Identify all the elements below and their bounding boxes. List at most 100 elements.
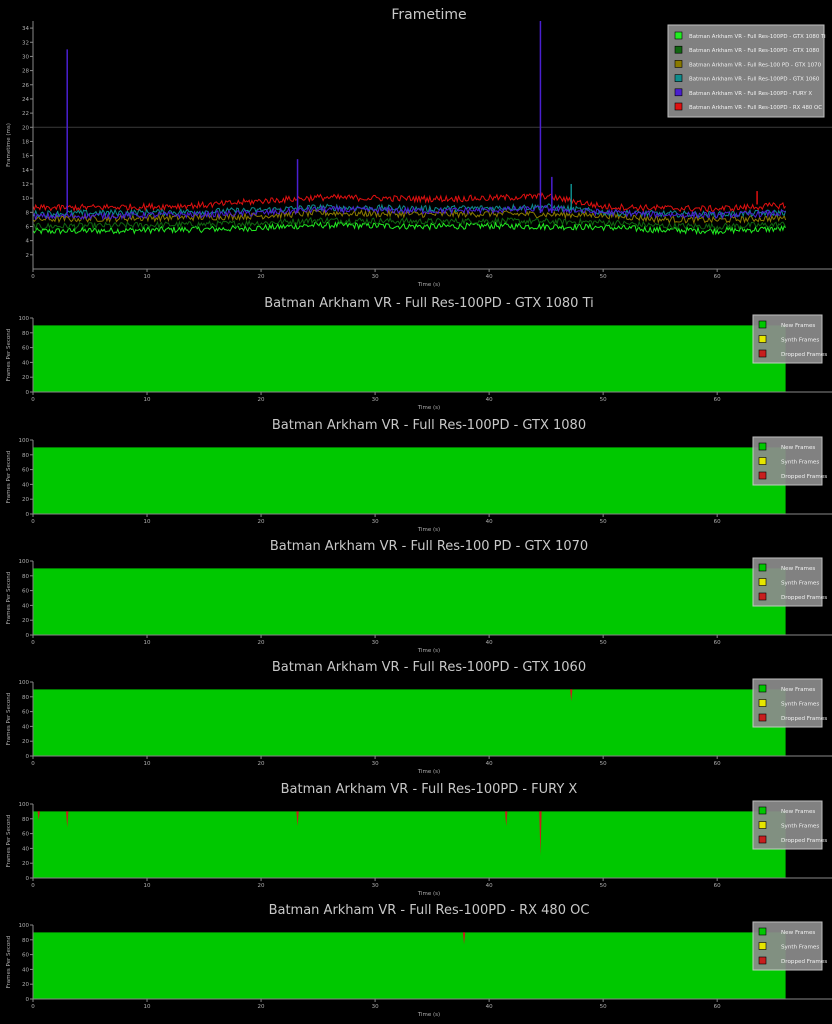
x-axis-label: Time (s) <box>417 282 440 288</box>
y-tick-label: 0 <box>26 754 30 760</box>
legend-label-1: Synth Frames <box>781 460 819 466</box>
legend-swatch-3 <box>674 74 683 82</box>
legend-label-5: Batman Arkham VR - Full Res-100PD - RX 4… <box>689 105 822 111</box>
legend-label-2: Dropped Frames <box>781 959 827 965</box>
y-tick-label: 24 <box>22 97 29 103</box>
legend-swatch-0 <box>758 806 767 815</box>
legend-swatch-5 <box>674 102 683 111</box>
x-tick-label: 10 <box>144 519 151 525</box>
x-tick-label: 0 <box>31 519 35 525</box>
x-tick-label: 50 <box>600 274 607 280</box>
y-tick-label: 20 <box>22 375 29 381</box>
y-tick-label: 60 <box>22 346 29 352</box>
y-tick-label: 60 <box>22 832 29 838</box>
x-tick-label: 20 <box>258 519 265 525</box>
x-tick-label: 50 <box>600 883 607 889</box>
y-tick-label: 26 <box>22 83 29 89</box>
series-line-5 <box>32 192 786 213</box>
x-tick-label: 50 <box>600 640 607 646</box>
legend-swatch-1 <box>758 578 767 586</box>
chart-title: Batman Arkham VR - Full Res-100 PD - GTX… <box>270 539 588 554</box>
legend-label-1: Batman Arkham VR - Full Res-100PD - GTX … <box>689 48 820 54</box>
x-tick-label: 20 <box>258 397 265 403</box>
y-tick-label: 80 <box>22 331 29 337</box>
y-tick-label: 18 <box>22 139 29 145</box>
x-tick-label: 50 <box>600 1004 607 1010</box>
legend-label-1: Synth Frames <box>781 824 819 830</box>
y-tick-label: 80 <box>22 574 29 580</box>
legend-label-1: Synth Frames <box>781 338 819 344</box>
x-tick-label: 50 <box>600 761 607 767</box>
legend-swatch-1 <box>758 457 767 465</box>
y-tick-label: 60 <box>22 468 29 474</box>
y-tick-label: 0 <box>26 390 30 396</box>
y-tick-label: 40 <box>22 603 29 609</box>
chart-panel-6: Batman Arkham VR - Full Res-100PD - RX 4… <box>6 903 832 1018</box>
chart-title: Batman Arkham VR - Full Res-100PD - GTX … <box>264 296 593 311</box>
y-tick-label: 100 <box>19 680 30 686</box>
x-tick-label: 30 <box>372 274 379 280</box>
legend-swatch-1 <box>758 699 767 707</box>
legend-swatch-1 <box>758 821 767 829</box>
y-tick-label: 32 <box>22 40 29 46</box>
legend-swatch-2 <box>758 471 767 480</box>
chart-panel-3: Batman Arkham VR - Full Res-100 PD - GTX… <box>6 539 832 654</box>
legend-swatch-0 <box>758 320 767 329</box>
legend-swatch-2 <box>758 349 767 358</box>
y-tick-label: 40 <box>22 846 29 852</box>
x-tick-label: 0 <box>31 274 35 280</box>
y-tick-label: 16 <box>22 154 29 160</box>
y-tick-label: 40 <box>22 360 29 366</box>
y-tick-label: 2 <box>26 253 30 259</box>
x-tick-label: 20 <box>258 1004 265 1010</box>
chart-title: Frametime <box>391 7 466 23</box>
x-tick-label: 60 <box>714 519 721 525</box>
legend-swatch-0 <box>674 31 683 40</box>
legend-label-0: New Frames <box>781 323 815 329</box>
y-axis-label: Frames Per Second <box>6 815 12 868</box>
x-tick-label: 30 <box>372 397 379 403</box>
y-tick-label: 20 <box>22 982 29 988</box>
x-tick-label: 30 <box>372 883 379 889</box>
chart-title: Batman Arkham VR - Full Res-100PD - GTX … <box>272 418 586 433</box>
y-tick-label: 100 <box>19 438 30 444</box>
x-tick-label: 10 <box>144 397 151 403</box>
y-tick-label: 0 <box>26 512 30 518</box>
x-axis-label: Time (s) <box>417 1012 440 1018</box>
y-tick-label: 100 <box>19 316 30 322</box>
legend-swatch-2 <box>758 956 767 965</box>
x-tick-label: 40 <box>486 519 493 525</box>
x-axis-label: Time (s) <box>417 405 440 411</box>
y-tick-label: 4 <box>26 239 30 245</box>
x-tick-label: 40 <box>486 761 493 767</box>
x-tick-label: 0 <box>31 640 35 646</box>
legend-label-2: Dropped Frames <box>781 352 827 358</box>
y-tick-label: 100 <box>19 559 30 565</box>
y-axis-label: Frames Per Second <box>6 572 12 625</box>
y-tick-label: 60 <box>22 710 29 716</box>
legend-label-1: Synth Frames <box>781 581 819 587</box>
x-tick-label: 60 <box>714 1004 721 1010</box>
x-tick-label: 20 <box>258 761 265 767</box>
x-tick-label: 40 <box>486 640 493 646</box>
legend-swatch-1 <box>758 942 767 950</box>
legend-label-2: Dropped Frames <box>781 716 827 722</box>
new-frames-area <box>33 447 786 514</box>
x-tick-label: 40 <box>486 274 493 280</box>
legend-label-0: New Frames <box>781 445 815 451</box>
y-tick-label: 100 <box>19 802 30 808</box>
y-tick-label: 14 <box>22 168 29 174</box>
legend-swatch-0 <box>758 442 767 451</box>
x-tick-label: 60 <box>714 761 721 767</box>
x-axis-label: Time (s) <box>417 891 440 897</box>
legend-swatch-2 <box>674 60 683 68</box>
x-tick-label: 10 <box>144 1004 151 1010</box>
x-tick-label: 0 <box>31 883 35 889</box>
y-tick-label: 60 <box>22 589 29 595</box>
legend-swatch-0 <box>758 563 767 572</box>
chart-title: Batman Arkham VR - Full Res-100PD - RX 4… <box>269 903 590 918</box>
chart-title: Batman Arkham VR - Full Res-100PD - FURY… <box>281 782 578 797</box>
y-tick-label: 80 <box>22 695 29 701</box>
x-tick-label: 40 <box>486 397 493 403</box>
y-tick-label: 8 <box>26 210 30 216</box>
